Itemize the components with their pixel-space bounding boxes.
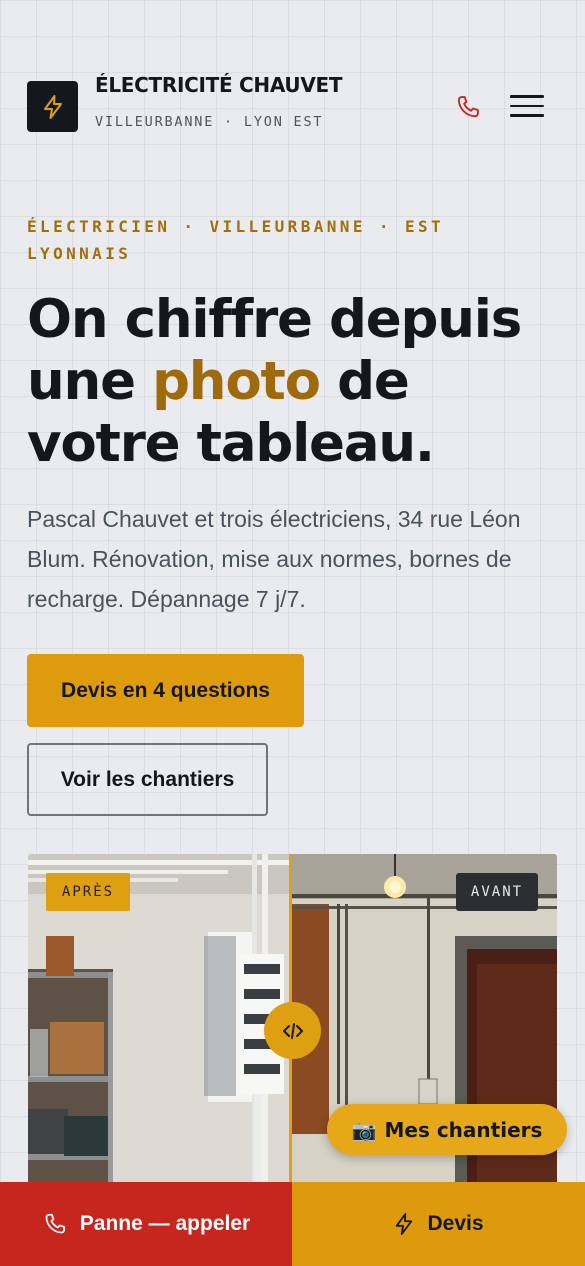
my-projects-label: Mes chantiers	[384, 1117, 543, 1142]
emergency-call-button[interactable]: Panne — appeler	[0, 1182, 292, 1266]
hero-intro: Pascal Chauvet et trois électriciens, 34…	[27, 506, 521, 612]
quote-bar-button[interactable]: Devis	[292, 1182, 585, 1266]
before-label: AVANT	[456, 873, 538, 911]
camera-icon: 📷	[351, 1117, 377, 1142]
bottom-action-bar: Panne — appeler Devis	[0, 1182, 585, 1266]
site-header: ÉLECTRICITÉ CHAUVET VILLEURBANNE · LYON …	[0, 0, 585, 160]
phone-call-button[interactable]	[454, 93, 482, 121]
phone-icon	[457, 96, 479, 118]
compare-handle[interactable]	[264, 1002, 321, 1059]
emergency-call-label: Panne — appeler	[79, 1212, 251, 1235]
headline-accent-word: photo	[152, 351, 321, 412]
lightning-bolt-icon	[43, 94, 62, 119]
drag-handle-icon	[282, 1022, 303, 1039]
my-projects-floating-button[interactable]: 📷 Mes chantiers	[327, 1104, 567, 1155]
hero-eyebrow: ÉLECTRICIEN · VILLEURBANNE · EST LYONNAI…	[27, 217, 445, 263]
hero-headline: On chiffre depuis une photo de votre tab…	[27, 289, 567, 475]
brand-logo[interactable]	[27, 81, 78, 132]
menu-line	[510, 114, 544, 117]
brand-subtitle: VILLEURBANNE · LYON EST	[95, 114, 324, 130]
view-projects-button[interactable]: Voir les chantiers	[27, 743, 268, 816]
brand-title: ÉLECTRICITÉ CHAUVET	[95, 73, 343, 97]
menu-line	[510, 104, 544, 108]
quote-button[interactable]: Devis en 4 questions	[27, 654, 304, 727]
lightning-bolt-icon	[396, 1212, 413, 1235]
phone-icon	[45, 1213, 65, 1234]
quote-bar-label: Devis	[427, 1212, 484, 1235]
hamburger-menu-button[interactable]	[510, 95, 544, 119]
after-label: APRÈS	[46, 873, 130, 911]
menu-line	[510, 95, 544, 98]
